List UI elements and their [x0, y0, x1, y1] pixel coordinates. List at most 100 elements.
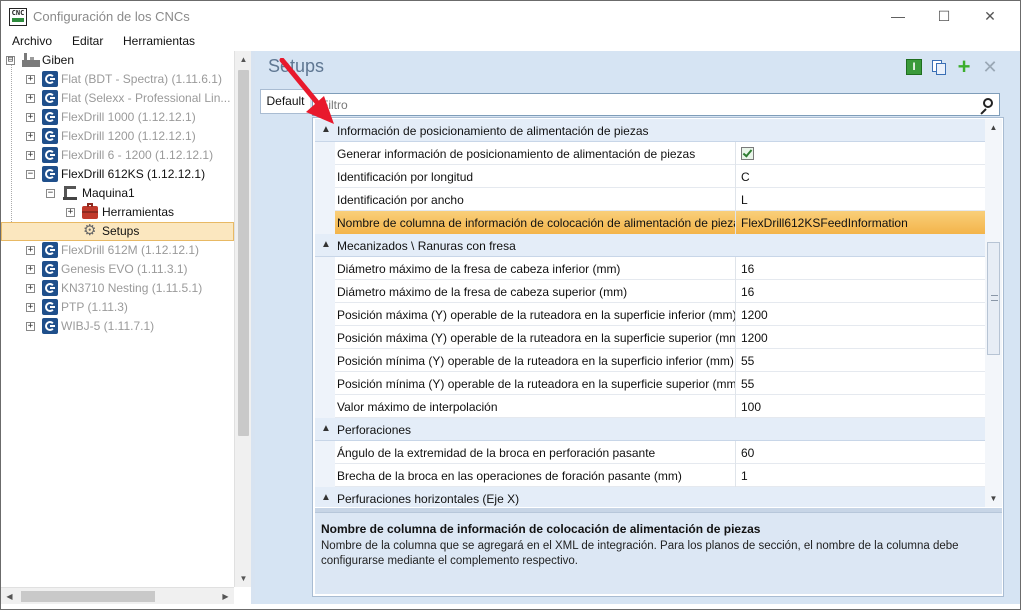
tree-item-flexdrill-1200[interactable]: + FlexDrill 1200 (1.12.12.1): [1, 127, 234, 146]
tree-item-maquina1[interactable]: − Maquina1: [1, 184, 234, 203]
expand-expander[interactable]: +: [26, 151, 35, 160]
property-row[interactable]: Identificación por longitud C: [315, 165, 985, 188]
category-label: Información de posicionamiento de alimen…: [337, 124, 649, 138]
property-value[interactable]: 55: [741, 354, 754, 368]
scroll-up-arrow[interactable]: ▲: [235, 51, 252, 68]
property-value[interactable]: FlexDrill612KSFeedInformation: [741, 216, 908, 230]
grid-vertical-scrollbar[interactable]: ▲ ▼: [985, 119, 1002, 507]
property-row-selected[interactable]: Nombre de columna de información de colo…: [315, 211, 985, 234]
property-row[interactable]: Diámetro máximo de la fresa de cabeza su…: [315, 280, 985, 303]
close-icon[interactable]: ✕: [982, 58, 998, 76]
property-value[interactable]: 1: [741, 469, 748, 483]
expand-expander[interactable]: +: [66, 208, 75, 217]
generate-info-checkbox[interactable]: [741, 147, 754, 160]
cnc-tree[interactable]: ⊟ Giben + Flat (BDT - Spectra) (1.11.6.1…: [1, 51, 234, 587]
tree-item-flat-selexx[interactable]: + Flat (Selexx - Professional Lin...: [1, 89, 234, 108]
collapse-expander[interactable]: ⊟: [6, 56, 15, 65]
property-value[interactable]: L: [741, 193, 748, 207]
property-name: Posición máxima (Y) operable de la rutea…: [337, 308, 735, 322]
scroll-thumb[interactable]: [238, 70, 249, 436]
chevron-up-icon[interactable]: ▲: [321, 423, 331, 434]
property-row[interactable]: Brecha de la broca en las operaciones de…: [315, 464, 985, 487]
property-row[interactable]: Posición mínima (Y) operable de la rutea…: [315, 349, 985, 372]
giben-g-icon: [42, 147, 58, 163]
scroll-left-arrow[interactable]: ◀: [1, 588, 18, 605]
maximize-button[interactable]: ☐: [921, 1, 967, 32]
tree-item-flexdrill-612m[interactable]: + FlexDrill 612M (1.12.12.1): [1, 241, 234, 260]
tree-label: Setups: [102, 224, 140, 238]
app-icon-text: CNC: [11, 9, 25, 17]
scroll-down-arrow[interactable]: ▼: [985, 490, 1002, 507]
tree-item-flexdrill-1000[interactable]: + FlexDrill 1000 (1.12.12.1): [1, 108, 234, 127]
tree-label: FlexDrill 6 - 1200 (1.12.12.1): [61, 148, 214, 162]
copy-icon[interactable]: [931, 59, 947, 75]
property-row[interactable]: Ángulo de la extremidad de la broca en p…: [315, 441, 985, 464]
giben-g-icon: [42, 261, 58, 277]
menu-archivo[interactable]: Archivo: [12, 34, 52, 48]
property-value[interactable]: 1200: [741, 331, 768, 345]
category-row[interactable]: ▲ Mecanizados \ Ranuras con fresa: [315, 234, 985, 257]
tree-item-kn3710-nesting[interactable]: + KN3710 Nesting (1.11.5.1): [1, 279, 234, 298]
property-value[interactable]: 16: [741, 262, 754, 276]
scroll-up-arrow[interactable]: ▲: [985, 119, 1002, 136]
expand-expander[interactable]: +: [26, 113, 35, 122]
minimize-button[interactable]: —: [875, 1, 921, 32]
scroll-thumb[interactable]: [21, 591, 155, 602]
property-row[interactable]: Generar información de posicionamiento d…: [315, 142, 985, 165]
tree-label: FlexDrill 612M (1.12.12.1): [61, 243, 200, 257]
category-row[interactable]: ▲ Perforaciones: [315, 418, 985, 441]
expand-expander[interactable]: +: [26, 94, 35, 103]
expand-expander[interactable]: +: [26, 265, 35, 274]
property-value[interactable]: 55: [741, 377, 754, 391]
scroll-down-arrow[interactable]: ▼: [235, 570, 252, 587]
property-name: Valor máximo de interpolación: [337, 400, 498, 414]
scroll-thumb[interactable]: [987, 242, 1000, 355]
property-value[interactable]: 100: [741, 400, 761, 414]
tree-vertical-scrollbar[interactable]: ▲ ▼: [234, 51, 251, 587]
tree-item-flexdrill-6-1200[interactable]: + FlexDrill 6 - 1200 (1.12.12.1): [1, 146, 234, 165]
collapse-expander[interactable]: −: [46, 189, 55, 198]
property-value[interactable]: C: [741, 170, 750, 184]
giben-g-icon: [42, 128, 58, 144]
property-row[interactable]: Posición máxima (Y) operable de la rutea…: [315, 326, 985, 349]
scroll-right-arrow[interactable]: ▶: [217, 588, 234, 605]
expand-expander[interactable]: +: [26, 132, 35, 141]
property-row[interactable]: Diámetro máximo de la fresa de cabeza in…: [315, 257, 985, 280]
expand-expander[interactable]: +: [26, 75, 35, 84]
expand-expander[interactable]: +: [26, 303, 35, 312]
search-icon[interactable]: [979, 97, 995, 115]
close-window-button[interactable]: ✕: [967, 1, 1013, 32]
category-row[interactable]: ▲ Información de posicionamiento de alim…: [315, 119, 985, 142]
tree-item-herramientas[interactable]: + Herramientas: [1, 203, 234, 222]
chevron-up-icon[interactable]: ▲: [321, 239, 331, 250]
property-row[interactable]: Valor máximo de interpolación 100: [315, 395, 985, 418]
property-row[interactable]: Identificación por ancho L: [315, 188, 985, 211]
property-row[interactable]: Posición máxima (Y) operable de la rutea…: [315, 303, 985, 326]
property-value[interactable]: 16: [741, 285, 754, 299]
property-row[interactable]: Posición mínima (Y) operable de la rutea…: [315, 372, 985, 395]
tree-item-setups[interactable]: ⚙ Setups: [1, 222, 234, 241]
tree-item-flat-bdt[interactable]: + Flat (BDT - Spectra) (1.11.6.1): [1, 70, 234, 89]
gear-icon: ⚙: [83, 222, 97, 239]
tree-root-giben[interactable]: ⊟ Giben: [1, 51, 234, 70]
tree-item-ptp[interactable]: + PTP (1.11.3): [1, 298, 234, 317]
tree-item-wibj-5[interactable]: + WIBJ-5 (1.11.7.1): [1, 317, 234, 336]
filter-input[interactable]: Filtro: [312, 93, 1000, 116]
add-icon[interactable]: +: [956, 56, 972, 78]
property-value[interactable]: 1200: [741, 308, 768, 322]
tree-item-genesis-evo[interactable]: + Genesis EVO (1.11.3.1): [1, 260, 234, 279]
property-value[interactable]: 60: [741, 446, 754, 460]
tree-horizontal-scrollbar[interactable]: ◀ ▶: [1, 587, 234, 604]
category-row[interactable]: ▲ Perfuraciones horizontales (Eje X): [315, 487, 985, 507]
chevron-up-icon[interactable]: ▲: [321, 492, 331, 503]
info-icon[interactable]: I: [906, 59, 922, 75]
tree-label: Giben: [42, 53, 75, 67]
property-name: Ángulo de la extremidad de la broca en p…: [337, 446, 656, 460]
expand-expander[interactable]: +: [26, 284, 35, 293]
menu-herramientas[interactable]: Herramientas: [123, 34, 195, 48]
collapse-expander[interactable]: −: [26, 170, 35, 179]
tree-item-flexdrill-612ks[interactable]: − FlexDrill 612KS (1.12.12.1): [1, 165, 234, 184]
expand-expander[interactable]: +: [26, 246, 35, 255]
menu-editar[interactable]: Editar: [72, 34, 103, 48]
expand-expander[interactable]: +: [26, 322, 35, 331]
